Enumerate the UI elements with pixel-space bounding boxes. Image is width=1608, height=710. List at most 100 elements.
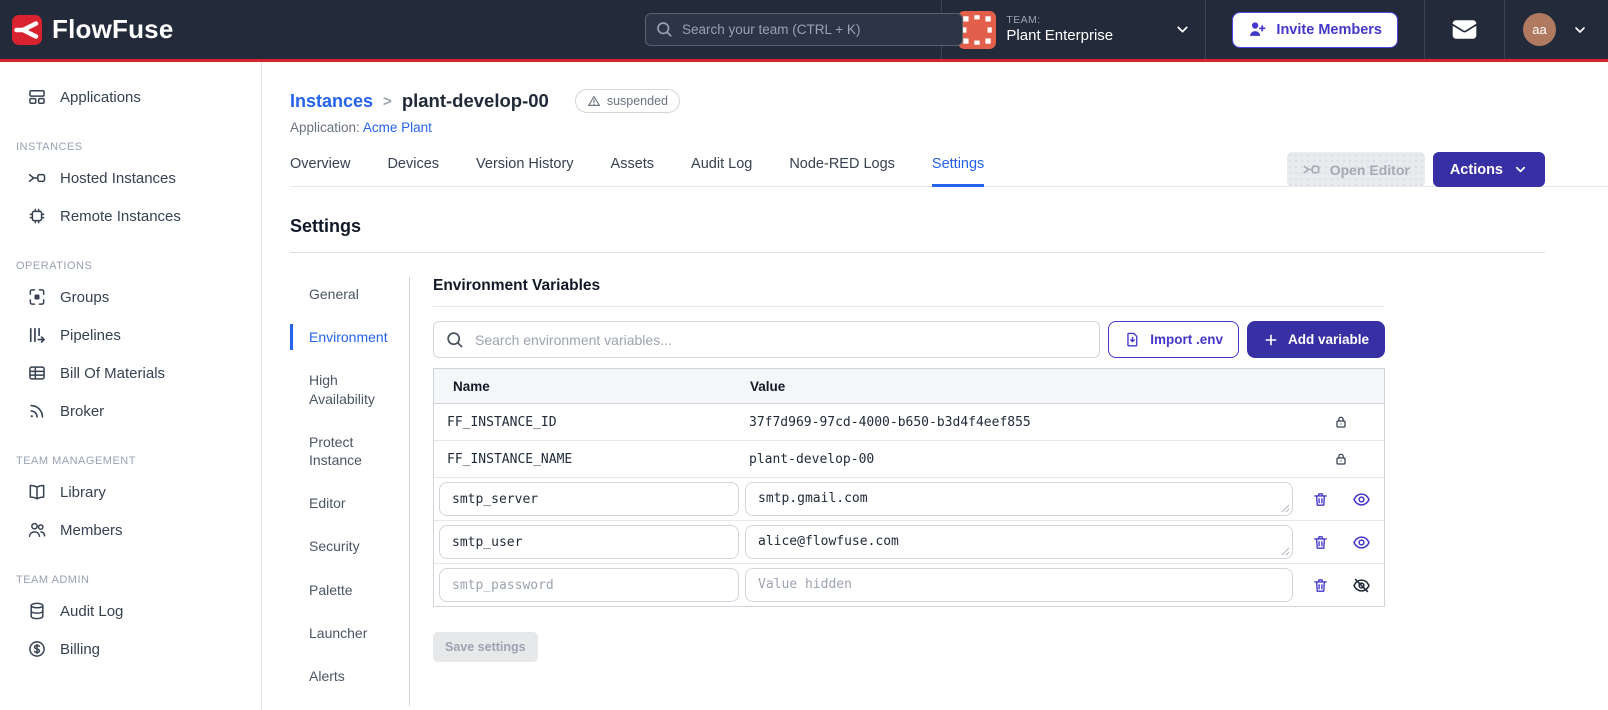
settings-nav-editor[interactable]: Editor [290,490,394,516]
settings-nav-general[interactable]: General [290,281,394,307]
table-row: FF_INSTANCE_NAME plant-develop-00 [434,441,1384,478]
env-var-value-input[interactable]: alice@flowfuse.com [745,525,1293,559]
members-icon [28,522,46,537]
sidebar-item-audit-log[interactable]: Audit Log [0,592,261,630]
application-link[interactable]: Acme Plant [363,120,432,135]
user-plus-icon [1250,22,1266,36]
sidebar-label: Hosted Instances [60,169,176,187]
tab-settings[interactable]: Settings [931,156,985,187]
brand-name: FlowFuse [52,14,174,44]
team-search-input[interactable] [645,13,963,46]
tab-devices[interactable]: Devices [387,156,439,187]
sidebar-item-remote-instances[interactable]: Remote Instances [0,197,261,235]
sidebar-section-team-admin: TEAM ADMIN [16,574,90,586]
settings-nav-alerts[interactable]: Alerts [290,663,394,689]
warning-icon [587,96,600,106]
chevron-down-icon [1177,26,1189,33]
settings-nav-high-availability[interactable]: High Availability [290,367,394,411]
table-row: alice@flowfuse.com [434,521,1384,564]
tab-overview[interactable]: Overview [290,156,350,187]
show-value-icon[interactable] [1352,533,1371,552]
sidebar-item-library[interactable]: Library [0,473,261,511]
application-row: Application: Acme Plant [290,120,1608,135]
sidebar-label: Library [60,483,106,501]
sidebar-item-broker[interactable]: Broker [0,392,261,430]
sidebar-label: Applications [60,88,141,106]
table-row: FF_INSTANCE_ID 37f7d969-97cd-4000-b650-b… [434,404,1384,441]
flowfuse-logo[interactable]: FlowFuse [0,14,174,45]
env-search-input[interactable] [433,321,1101,358]
settings-nav-palette[interactable]: Palette [290,577,394,603]
sidebar-item-applications[interactable]: Applications [0,78,261,116]
sidebar-item-groups[interactable]: Groups [0,278,261,316]
import-env-button[interactable]: Import .env [1108,321,1239,358]
delete-variable-icon[interactable] [1312,491,1329,508]
tab-audit-log[interactable]: Audit Log [691,156,752,187]
plus-icon [1265,334,1277,345]
sidebar-item-billing[interactable]: Billing [0,630,261,668]
lock-icon [1336,416,1346,428]
env-var-name-input[interactable] [439,525,739,559]
show-value-icon[interactable] [1352,490,1371,509]
pipelines-icon [29,327,45,343]
lock-icon [1336,453,1346,465]
open-editor-button[interactable]: Open Editor [1286,152,1425,187]
envelope-icon [1452,20,1477,39]
sidebar-item-members[interactable]: Members [0,511,261,549]
team-search[interactable] [645,13,963,46]
team-name: Plant Enterprise [1006,26,1114,44]
settings-nav-protect-instance[interactable]: Protect Instance [290,429,394,473]
sidebar-section-team-management: TEAM MANAGEMENT [16,455,136,467]
sidebar-item-pipelines[interactable]: Pipelines [0,316,261,354]
chevron-down-icon [1575,26,1585,33]
notifications-button[interactable] [1424,0,1504,59]
team-avatar [958,10,997,49]
breadcrumb-instances-link[interactable]: Instances [290,91,373,112]
add-variable-button[interactable]: Add variable [1246,321,1385,358]
invite-members-button[interactable]: Invite Members [1232,11,1398,48]
actions-label: Actions [1449,161,1503,178]
page-title: plant-develop-00 [401,90,549,111]
tab-version-history[interactable]: Version History [476,156,574,187]
main-content: Instances > plant-develop-00 suspended A… [262,62,1608,710]
delete-variable-icon[interactable] [1312,577,1329,594]
broker-icon [30,404,44,418]
sidebar-item-bill-of-materials[interactable]: Bill Of Materials [0,354,261,392]
actions-button[interactable]: Actions [1432,152,1545,187]
sidebar-label: Pipelines [60,326,121,344]
divider [290,252,1545,253]
search-icon [657,22,672,37]
breadcrumb-separator: > [383,92,392,110]
tab-assets[interactable]: Assets [611,156,655,187]
env-var-name: FF_INSTANCE_NAME [447,451,573,467]
settings-nav-environment[interactable]: Environment [290,324,394,351]
sidebar-item-hosted-instances[interactable]: Hosted Instances [0,159,261,197]
sidebar-label: Billing [60,640,101,658]
tab-node-red-logs[interactable]: Node-RED Logs [789,156,895,187]
settings-heading: Settings [290,216,362,236]
invite-members-label: Invite Members [1276,21,1382,38]
sidebar-section-instances: INSTANCES [16,141,83,153]
settings-nav-security[interactable]: Security [290,533,394,559]
env-var-value-input[interactable]: smtp.gmail.com [745,482,1293,516]
search-icon [447,332,463,348]
team-switcher[interactable]: TEAM: Plant Enterprise [941,0,1205,59]
env-var-value-input[interactable] [745,568,1293,602]
save-settings-button[interactable]: Save settings [433,632,538,662]
remote-instances-icon [29,208,45,224]
env-var-name-input[interactable] [439,482,739,516]
env-var-name-input[interactable] [439,568,739,602]
delete-variable-icon[interactable] [1312,534,1329,551]
table-row: smtp.gmail.com [434,478,1384,521]
hide-value-icon[interactable] [1352,576,1371,595]
sidebar-label: Remote Instances [60,207,181,225]
settings-nav-launcher[interactable]: Launcher [290,620,394,646]
sidebar-label: Bill Of Materials [60,364,166,382]
sidebar-label: Audit Log [60,602,124,620]
user-menu[interactable]: aa [1504,0,1608,59]
open-editor-label: Open Editor [1329,161,1410,178]
sidebar-label: Groups [60,288,110,306]
document-download-icon [1127,332,1138,347]
sidebar: Applications INSTANCES Hosted Instances … [0,62,262,710]
groups-icon [29,289,45,305]
